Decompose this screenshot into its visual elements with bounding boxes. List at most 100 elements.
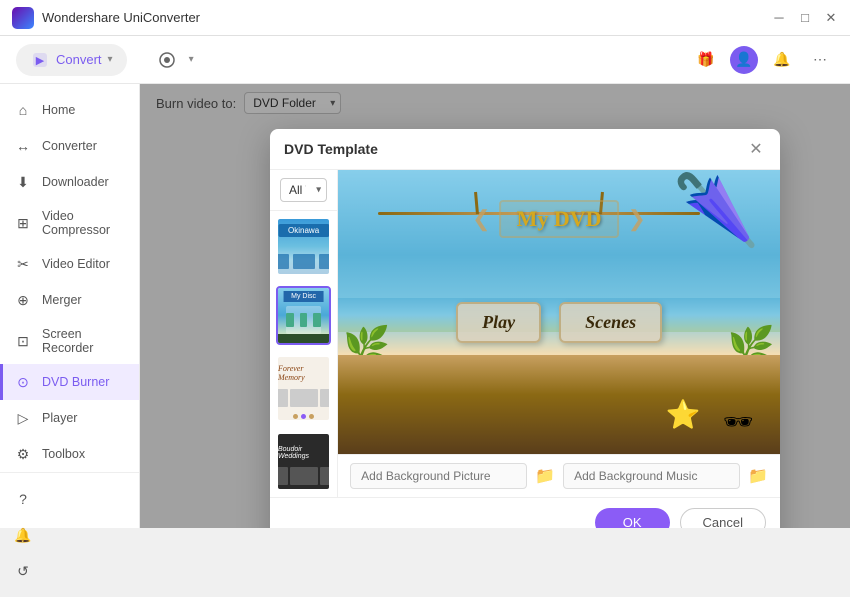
sidebar-item-home[interactable]: ⌂ Home bbox=[0, 92, 139, 128]
template-list-panel: All Templates(39) Okinawa bbox=[270, 170, 338, 497]
bell-icon[interactable]: 🔔 bbox=[768, 46, 796, 74]
top-toolbar: ▶ Convert ▾ ▾ 🎁 👤 🔔 ⋯ bbox=[0, 36, 850, 84]
template-item-okinawa[interactable]: Okinawa TourismOkinawa bbox=[276, 217, 331, 276]
dialog-footer: OK Cancel bbox=[270, 497, 780, 528]
bg-picture-input[interactable] bbox=[350, 463, 527, 489]
close-button[interactable]: ✕ bbox=[824, 11, 838, 25]
template-item-seaside[interactable]: My Disc bbox=[276, 286, 331, 345]
sidebar-label-converter: Converter bbox=[42, 139, 97, 153]
template-select-wrap: All Templates(39) bbox=[280, 178, 327, 202]
sidebar-item-help[interactable]: ? bbox=[0, 481, 139, 517]
memory-dots bbox=[293, 414, 314, 419]
app-icon bbox=[12, 7, 34, 29]
template-thumb-okinawa: Okinawa bbox=[278, 219, 329, 276]
template-scroll: Okinawa TourismOkinawa bbox=[270, 211, 337, 497]
user-icon[interactable]: 👤 bbox=[730, 46, 758, 74]
dialog-header: DVD Template ✕ bbox=[270, 129, 780, 170]
refresh-icon: ↺ bbox=[14, 562, 32, 580]
screen-button[interactable]: ▾ bbox=[143, 44, 208, 76]
memory-grid bbox=[278, 385, 329, 411]
happiness-title: Boudoir Weddings bbox=[278, 446, 329, 460]
player-icon: ▷ bbox=[14, 409, 32, 427]
dvd-template-dialog: DVD Template ✕ All Templates(39) bbox=[270, 129, 780, 528]
memory-title: Forever Memory bbox=[278, 364, 329, 382]
arrow-right-icon: ❯ bbox=[628, 206, 646, 232]
toolbox-icon: ⚙ bbox=[14, 445, 32, 463]
scenes-button[interactable]: Scenes bbox=[559, 302, 662, 343]
downloader-icon: ⬇ bbox=[14, 173, 32, 191]
ok-button[interactable]: OK bbox=[595, 508, 670, 528]
sidebar-label-dvd-burner: DVD Burner bbox=[42, 375, 109, 389]
preview-image: ❮ My DVD ❯ 🌂 🌿 🌿 bbox=[338, 170, 780, 454]
convert-icon: ▶ bbox=[30, 50, 50, 70]
sidebar-label-video-compressor: Video Compressor bbox=[42, 209, 125, 237]
happiness-grid bbox=[278, 463, 329, 489]
bg-music-folder-icon[interactable]: 📁 bbox=[748, 466, 768, 486]
ellipsis-icon[interactable]: ⋯ bbox=[806, 46, 834, 74]
starfish-icon: ⭐ bbox=[666, 398, 701, 431]
arrow-left-icon: ❮ bbox=[472, 206, 490, 232]
screen-recorder-icon: ⊡ bbox=[14, 332, 32, 350]
dvd-burner-icon: ⊙ bbox=[14, 373, 32, 391]
cancel-button[interactable]: Cancel bbox=[680, 508, 766, 528]
toolbar-icons: 🎁 👤 🔔 ⋯ bbox=[692, 46, 834, 74]
sidebar-item-downloader[interactable]: ⬇ Downloader bbox=[0, 164, 139, 200]
sidebar-bottom: ? 🔔 ↺ bbox=[0, 472, 139, 597]
sidebar-label-merger: Merger bbox=[42, 293, 82, 307]
preview-panel: ❮ My DVD ❯ 🌂 🌿 🌿 bbox=[338, 170, 780, 497]
template-thumb-memory: Forever Memory bbox=[278, 357, 329, 422]
template-thumb-happiness: Boudoir Weddings bbox=[278, 434, 329, 491]
notifications-icon: 🔔 bbox=[14, 526, 32, 544]
sidebar-item-dvd-burner[interactable]: ⊙ DVD Burner bbox=[0, 364, 139, 400]
sidebar-item-converter[interactable]: ↔ Converter bbox=[0, 128, 139, 164]
bg-music-input[interactable] bbox=[563, 463, 740, 489]
template-thumb-seaside: My Disc bbox=[278, 288, 329, 345]
convert-button[interactable]: ▶ Convert ▾ bbox=[16, 44, 127, 76]
gift-icon[interactable]: 🎁 bbox=[692, 46, 720, 74]
sidebar-label-toolbox: Toolbox bbox=[42, 447, 85, 461]
converter-icon: ↔ bbox=[14, 137, 32, 155]
sidebar-item-notifications[interactable]: 🔔 bbox=[0, 517, 139, 553]
beach-sign: ❮ My DVD ❯ bbox=[472, 200, 646, 238]
template-filter-select[interactable]: All Templates(39) bbox=[280, 178, 327, 202]
bg-picture-folder-icon[interactable]: 📁 bbox=[535, 466, 555, 486]
preview-bottom: 📁 📁 bbox=[338, 454, 780, 497]
sidebar-label-video-editor: Video Editor bbox=[42, 257, 110, 271]
okinawa-banner: Okinawa bbox=[278, 224, 329, 237]
beach-buttons: Play Scenes bbox=[456, 302, 662, 343]
minimize-button[interactable]: ─ bbox=[772, 11, 786, 25]
main-layout: ⌂ Home ↔ Converter ⬇ Downloader ⊞ Video … bbox=[0, 84, 850, 528]
toolbar-right: 🎁 👤 🔔 ⋯ bbox=[692, 46, 834, 74]
video-editor-icon: ✂ bbox=[14, 255, 32, 273]
video-compressor-icon: ⊞ bbox=[14, 214, 32, 232]
sidebar-label-player: Player bbox=[42, 411, 77, 425]
sidebar-item-toolbox[interactable]: ⚙ Toolbox bbox=[0, 436, 139, 472]
convert-dropdown-icon: ▾ bbox=[108, 54, 113, 65]
dialog-close-button[interactable]: ✕ bbox=[746, 139, 766, 159]
dialog-title: DVD Template bbox=[284, 141, 378, 157]
screen-icon bbox=[157, 50, 177, 70]
play-button[interactable]: Play bbox=[456, 302, 541, 343]
merger-icon: ⊕ bbox=[14, 291, 32, 309]
app-title: Wondershare UniConverter bbox=[42, 10, 200, 25]
home-icon: ⌂ bbox=[14, 101, 32, 119]
sidebar-item-screen-recorder[interactable]: ⊡ Screen Recorder bbox=[0, 318, 139, 364]
sidebar: ⌂ Home ↔ Converter ⬇ Downloader ⊞ Video … bbox=[0, 84, 140, 528]
beach-background: ❮ My DVD ❯ 🌂 🌿 🌿 bbox=[338, 170, 780, 454]
sunglasses-icon: 🕶 bbox=[723, 408, 753, 437]
svg-text:▶: ▶ bbox=[36, 55, 45, 67]
sidebar-item-video-compressor[interactable]: ⊞ Video Compressor bbox=[0, 200, 139, 246]
dialog-body: All Templates(39) Okinawa bbox=[270, 170, 780, 497]
sidebar-item-player[interactable]: ▷ Player bbox=[0, 400, 139, 436]
title-bar: Wondershare UniConverter ─ □ ✕ bbox=[0, 0, 850, 36]
convert-label: Convert bbox=[56, 52, 102, 67]
seaside-bottom bbox=[278, 334, 329, 345]
maximize-button[interactable]: □ bbox=[798, 11, 812, 25]
help-icon: ? bbox=[14, 490, 32, 508]
sidebar-item-merger[interactable]: ⊕ Merger bbox=[0, 282, 139, 318]
sidebar-label-screen-recorder: Screen Recorder bbox=[42, 327, 125, 355]
template-item-memory[interactable]: Forever Memory Forever Memo bbox=[276, 355, 331, 422]
template-item-happiness[interactable]: Boudoir Weddings Happiness bbox=[276, 432, 331, 491]
sidebar-item-video-editor[interactable]: ✂ Video Editor bbox=[0, 246, 139, 282]
sidebar-item-refresh[interactable]: ↺ bbox=[0, 553, 139, 589]
